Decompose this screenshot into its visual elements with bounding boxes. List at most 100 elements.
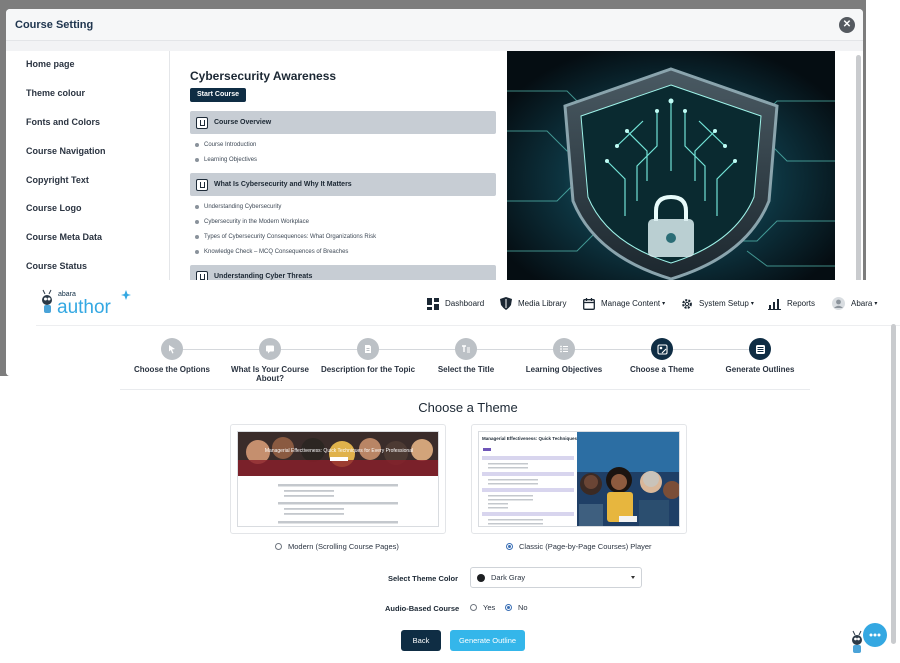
theme-color-select[interactable]: Dark Gray bbox=[470, 567, 642, 588]
modern-theme-radio[interactable] bbox=[275, 543, 282, 550]
user-name: Abara bbox=[851, 299, 873, 308]
dashboard-icon bbox=[426, 297, 439, 310]
step-choose-options[interactable]: Choose the Options bbox=[120, 338, 224, 374]
classic-theme-label: Classic (Page-by-Page Courses) Player bbox=[519, 542, 652, 551]
step-label: What Is Your Course About? bbox=[231, 365, 309, 383]
bar-chart-icon bbox=[768, 297, 781, 310]
lesson-item[interactable]: Types of Cybersecurity Consequences: Wha… bbox=[194, 234, 376, 240]
theme-color-label: Select Theme Color bbox=[388, 574, 459, 583]
chevron-down-icon: ▾ bbox=[662, 301, 666, 307]
brand-large: author bbox=[57, 297, 112, 318]
close-button[interactable]: ✕ bbox=[839, 17, 855, 33]
audio-option-no[interactable]: No bbox=[505, 603, 528, 612]
calendar-icon bbox=[582, 297, 595, 310]
lesson-item[interactable]: Course Introduction bbox=[194, 142, 256, 148]
nav-reports-label: Reports bbox=[787, 299, 816, 308]
nav-media-library-label: Media Library bbox=[518, 299, 567, 308]
title-icon bbox=[455, 338, 477, 360]
audio-no-label: No bbox=[518, 603, 528, 612]
cursor-icon bbox=[161, 338, 183, 360]
nav-reports[interactable]: Reports bbox=[768, 297, 815, 310]
step-label: Choose a Theme bbox=[629, 365, 694, 374]
nav-system-setup[interactable]: System Setup ▾ bbox=[680, 297, 754, 310]
theme-preview-title: Managerial Effectiveness: Quick Techniqu… bbox=[265, 448, 413, 454]
settings-item-theme-colour[interactable]: Theme colour bbox=[26, 88, 85, 98]
settings-item-course-status[interactable]: Course Status bbox=[26, 261, 87, 271]
step-generate-outlines[interactable]: Generate Outlines bbox=[708, 338, 812, 374]
step-label: Generate Outlines bbox=[725, 365, 795, 374]
modern-theme-label: Modern (Scrolling Course Pages) bbox=[288, 542, 399, 551]
bookmark-icon bbox=[196, 178, 208, 191]
nav-system-setup-label: System Setup bbox=[699, 299, 749, 308]
settings-item-copyright-text[interactable]: Copyright Text bbox=[26, 175, 89, 185]
audio-yes-radio[interactable] bbox=[470, 604, 477, 611]
course-title: Cybersecurity Awareness bbox=[190, 69, 337, 83]
list-icon bbox=[553, 338, 575, 360]
theme-icon bbox=[651, 338, 673, 360]
wizard-stepper: Choose the Options What Is Your Course A… bbox=[120, 334, 810, 390]
start-course-button[interactable]: Start Course bbox=[190, 88, 247, 102]
lesson-item[interactable]: Understanding Cybersecurity bbox=[194, 204, 281, 210]
avatar bbox=[832, 297, 845, 310]
section-title: Course Overview bbox=[214, 119, 272, 126]
back-button[interactable]: Back bbox=[401, 630, 441, 651]
audio-course-label: Audio-Based Course bbox=[385, 604, 460, 613]
theme-card-classic[interactable]: Managerial Effectiveness: Quick Techniqu… bbox=[471, 424, 687, 534]
step-select-title[interactable]: Select the Title bbox=[414, 338, 518, 374]
step-description[interactable]: Description for the Topic bbox=[316, 338, 420, 374]
generate-outline-button[interactable]: Generate Outline bbox=[450, 630, 525, 651]
nav-dashboard-label: Dashboard bbox=[445, 299, 485, 308]
step-label: Select the Title bbox=[437, 365, 495, 374]
classic-theme-radio[interactable] bbox=[506, 543, 513, 550]
nav-media-library[interactable]: Media Library bbox=[499, 297, 566, 310]
user-menu[interactable]: Abara ▾ bbox=[832, 297, 877, 310]
settings-item-fonts-colors[interactable]: Fonts and Colors bbox=[26, 117, 100, 127]
lesson-item[interactable]: Knowledge Check – MCQ Consequences of Br… bbox=[194, 249, 348, 255]
outline-icon bbox=[749, 338, 771, 360]
chat-icon bbox=[259, 338, 281, 360]
theme-color-value: Dark Gray bbox=[491, 573, 526, 582]
step-label: Description for the Topic bbox=[320, 365, 416, 374]
audio-option-yes[interactable]: Yes bbox=[470, 603, 495, 612]
settings-item-course-navigation[interactable]: Course Navigation bbox=[26, 146, 106, 156]
theme-option-modern[interactable]: Modern (Scrolling Course Pages) bbox=[275, 542, 399, 551]
shield-icon bbox=[499, 297, 512, 310]
cybersecurity-hero-image bbox=[507, 51, 835, 283]
author-app-window: abara author Dashboard Media Library Man… bbox=[36, 280, 900, 659]
step-choose-theme[interactable]: Choose a Theme bbox=[610, 338, 714, 374]
modal-title: Course Setting bbox=[15, 18, 94, 31]
page-title: Choose a Theme bbox=[418, 400, 518, 415]
step-course-about[interactable]: What Is Your Course About? bbox=[218, 338, 322, 383]
abara-author-logo[interactable]: abara author bbox=[38, 286, 134, 318]
top-navigation: abara author Dashboard Media Library Man… bbox=[36, 280, 900, 326]
chatbot-launcher[interactable] bbox=[844, 618, 888, 658]
theme-preview-modern: Managerial Effectiveness: Quick Techniqu… bbox=[237, 431, 439, 527]
section-course-overview[interactable]: Course Overview bbox=[190, 111, 496, 134]
settings-item-home-page[interactable]: Home page bbox=[26, 59, 75, 69]
section-title: Understanding Cyber Threats bbox=[214, 273, 313, 280]
audio-no-radio[interactable] bbox=[505, 604, 512, 611]
step-learning-objectives[interactable]: Learning Objectives bbox=[512, 338, 616, 374]
modal-header: Course Setting ✕ bbox=[6, 9, 863, 41]
chevron-down-icon: ▾ bbox=[750, 301, 754, 307]
scrollbar[interactable] bbox=[891, 324, 896, 644]
step-label: Choose the Options bbox=[134, 365, 210, 374]
chevron-down-icon: ▾ bbox=[874, 301, 878, 307]
section-cybersecurity-matters[interactable]: What Is Cybersecurity and Why It Matters bbox=[190, 173, 496, 196]
audio-yes-label: Yes bbox=[483, 603, 496, 612]
lesson-item[interactable]: Cybersecurity in the Modern Workplace bbox=[195, 219, 309, 225]
theme-preview-classic: Managerial Effectiveness: Quick Techniqu… bbox=[478, 431, 680, 527]
bookmark-icon bbox=[196, 116, 208, 129]
settings-item-course-meta-data[interactable]: Course Meta Data bbox=[26, 232, 102, 242]
nav-manage-content[interactable]: Manage Content ▾ bbox=[582, 297, 665, 310]
document-icon bbox=[357, 338, 379, 360]
theme-card-modern[interactable]: Managerial Effectiveness: Quick Techniqu… bbox=[230, 424, 446, 534]
color-swatch bbox=[477, 573, 485, 582]
nav-manage-content-label: Manage Content bbox=[601, 299, 661, 308]
lesson-item[interactable]: Learning Objectives bbox=[194, 157, 257, 163]
step-label: Learning Objectives bbox=[525, 365, 603, 374]
nav-dashboard[interactable]: Dashboard bbox=[426, 297, 484, 310]
settings-item-course-logo[interactable]: Course Logo bbox=[26, 203, 82, 213]
section-title: What Is Cybersecurity and Why It Matters bbox=[214, 181, 352, 188]
theme-option-classic[interactable]: Classic (Page-by-Page Courses) Player bbox=[506, 542, 652, 551]
